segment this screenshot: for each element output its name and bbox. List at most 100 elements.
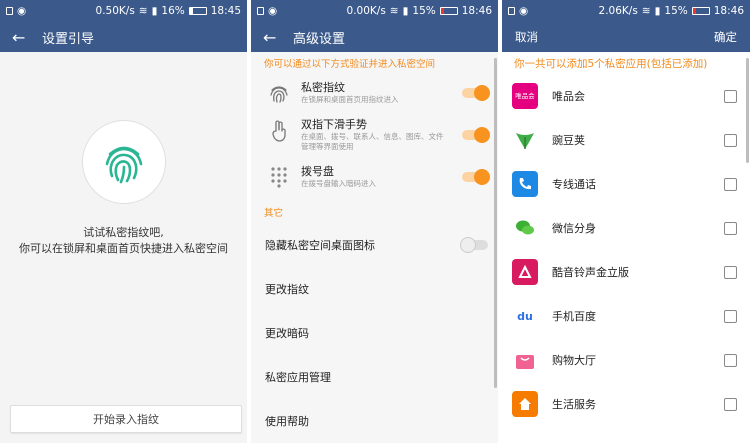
change-fingerprint-item[interactable]: 更改指纹 [251,267,498,311]
option-desc: 在锁屏和桌面首页用指纹进入 [301,95,399,104]
cancel-button[interactable]: 取消 [515,29,538,45]
back-arrow-icon[interactable]: ← [263,28,293,47]
app-checkbox[interactable] [724,89,737,103]
clock: 18:45 [210,5,241,17]
clock: 18:46 [713,5,744,17]
app-checkbox[interactable] [724,397,737,411]
hide-desktop-icon-toggle[interactable] [460,237,488,253]
baidu-icon: du [512,303,538,329]
change-code-item[interactable]: 更改暗码 [251,311,498,355]
section-header-other: 其它 [264,208,284,219]
hide-desktop-icon-row[interactable]: 隐藏私密空间桌面图标 [251,223,498,267]
page-title: 设置引导 [42,31,95,47]
ringtone-icon [512,259,538,285]
notification-icon [6,7,13,15]
app-checkbox[interactable] [724,177,737,191]
wandoujia-icon [512,127,538,153]
network-speed: 0.50K/s [95,5,135,17]
option-title: 拨号盘 [301,165,334,178]
notification-icon: ◉ [17,5,27,17]
app-row-shopping[interactable]: 购物大厅 [502,338,750,382]
private-app-management-item[interactable]: 私密应用管理 [251,355,498,399]
app-checkbox[interactable] [724,221,737,235]
app-name: 手机百度 [552,310,596,323]
app-row-wandoujia[interactable]: 豌豆荚 [502,118,750,162]
option-fingerprint[interactable]: 私密指纹 在锁屏和桌面首页用指纹进入 [251,74,498,111]
scrollbar[interactable] [746,58,749,163]
option-title: 双指下滑手势 [301,118,367,131]
app-bar: 取消 确定 [502,22,750,52]
battery-percent: 16% [161,5,185,17]
battery-icon [188,7,207,15]
app-row-wechat-clone[interactable]: 微信分身 [502,206,750,250]
confirm-button[interactable]: 确定 [714,29,737,45]
app-name: 购物大厅 [552,354,596,367]
notification-icon [257,7,264,15]
hide-desktop-icon-label: 隐藏私密空间桌面图标 [265,239,375,252]
option-two-finger-gesture[interactable]: 双指下滑手势 在桌面、拨号、联系人、信息、图库、文件管理等界面使用 [251,111,498,158]
app-checkbox[interactable] [724,133,737,147]
advanced-settings-screen: ◉ 0.00K/s ≋ ▮ 15% 18:46 ← 高级设置 你可以通过以下方式… [251,0,498,443]
page-title: 高级设置 [293,31,346,47]
app-checkbox[interactable] [724,309,737,323]
fingerprint-illustration [81,120,166,204]
phone-icon [512,171,538,197]
option-title: 私密指纹 [301,81,345,94]
app-name: 生活服务 [552,398,596,411]
app-checkbox[interactable] [724,265,737,279]
status-bar: ◉ 0.50K/s ≋ ▮ 16% 18:45 [0,0,247,22]
baidu-logo-text: du [517,309,533,323]
app-name: 微信分身 [552,222,596,235]
help-item[interactable]: 使用帮助 [251,399,498,443]
app-row-dedicated-call[interactable]: 专线通话 [502,162,750,206]
clock: 18:46 [461,5,492,17]
app-name: 酷音铃声金立版 [552,266,629,279]
signal-icon: ▮ [151,5,158,17]
option-desc: 在拨号盘输入暗码进入 [301,179,376,188]
app-row-baidu[interactable]: du 手机百度 [502,294,750,338]
wifi-icon: ≋ [138,5,148,17]
battery-icon [691,7,710,15]
setup-hint: 试试私密指纹吧, 你可以在锁屏和桌面首页快捷进入私密空间 [0,225,247,257]
scrollbar[interactable] [494,58,497,388]
dialpad-icon [271,167,287,188]
wifi-icon: ≋ [389,5,399,17]
status-bar: ◉ 0.00K/s ≋ ▮ 15% 18:46 [251,0,498,22]
fingerprint-icon [105,146,142,184]
app-limit-note: 你一共可以添加5个私密应用(包括已添加) [514,57,708,70]
notification-icon [508,7,515,15]
hint-line-2: 你可以在锁屏和桌面首页快捷进入私密空间 [19,242,228,255]
setup-guide-screen: ◉ 0.50K/s ≋ ▮ 16% 18:45 ← 设置引导 试试私密指纹吧, … [0,0,247,443]
wechat-icon [512,215,538,241]
notification-icon: ◉ [268,5,278,17]
add-private-apps-screen: ◉ 2.06K/s ≋ ▮ 15% 18:46 取消 确定 你一共可以添加5个私… [502,0,750,443]
home-service-icon [512,391,538,417]
app-row-life-service[interactable]: 生活服务 [502,382,750,426]
option-dialpad[interactable]: 拨号盘 在拨号盘输入暗码进入 [251,158,498,195]
option-desc: 在桌面、拨号、联系人、信息、图库、文件管理等界面使用 [301,132,444,151]
start-enroll-fingerprint-button[interactable]: 开始录入指纹 [10,405,242,433]
dialpad-toggle[interactable] [462,168,490,185]
two-finger-gesture-toggle[interactable] [462,126,490,143]
shopping-icon [512,347,538,373]
hint-line-1: 试试私密指纹吧, [83,226,164,239]
back-arrow-icon[interactable]: ← [12,28,42,47]
battery-icon [439,7,458,15]
wifi-icon: ≋ [641,5,651,17]
app-name: 豌豆荚 [552,134,585,147]
status-bar: ◉ 2.06K/s ≋ ▮ 15% 18:46 [502,0,750,22]
battery-percent: 15% [664,5,688,17]
fingerprint-toggle[interactable] [462,84,490,101]
network-speed: 0.00K/s [346,5,386,17]
app-row-vipshop[interactable]: 唯品会 唯品会 [502,74,750,118]
app-name: 专线通话 [552,178,596,191]
notification-icon: ◉ [519,5,529,17]
app-checkbox[interactable] [724,353,737,367]
section-header-verify: 你可以通过以下方式验证并进入私密空间 [264,59,436,70]
vipshop-icon: 唯品会 [512,83,538,109]
signal-icon: ▮ [654,5,661,17]
network-speed: 2.06K/s [598,5,638,17]
app-row-ringtone[interactable]: 酷音铃声金立版 [502,250,750,294]
battery-percent: 15% [412,5,436,17]
app-bar: ← 高级设置 [251,22,498,52]
